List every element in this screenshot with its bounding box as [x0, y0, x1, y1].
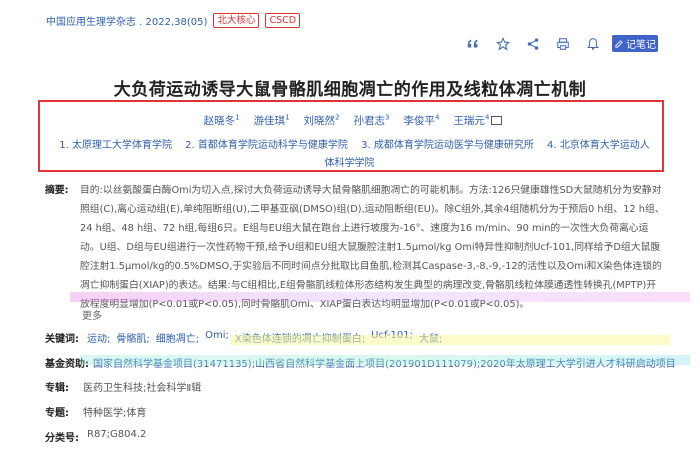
quote-icon[interactable]: [462, 35, 484, 53]
album-value: 医药卫生科技;社会科学Ⅱ辑: [83, 383, 202, 394]
classification-row: 分类号: R87;G804.2: [45, 429, 146, 444]
author-list: 赵晓冬1 游佳琪1 刘晓然2 孙君志3 李俊平4 王瑞元4: [40, 113, 666, 128]
album-row: 专辑: 医药卫生科技;社会科学Ⅱ辑: [45, 379, 201, 394]
mail-icon[interactable]: [491, 116, 503, 125]
tag-cscd[interactable]: CSCD: [265, 12, 301, 28]
print-icon[interactable]: [552, 35, 574, 53]
keyword-link[interactable]: 骨骼肌;: [116, 330, 149, 345]
topic-label: 专题:: [45, 408, 69, 419]
take-note-label: 记笔记: [626, 40, 656, 51]
overlay-band: [230, 335, 670, 345]
author-link[interactable]: 刘晓然2: [304, 113, 340, 128]
overlay-band: [80, 355, 690, 365]
topic-row: 专题: 特种医学;体育: [45, 404, 146, 419]
author-link[interactable]: 王瑞元4: [453, 113, 503, 128]
star-icon[interactable]: [492, 35, 514, 53]
author-affiliation-box: 赵晓冬1 游佳琪1 刘晓然2 孙君志3 李俊平4 王瑞元4 1. 太原理工大学体…: [38, 100, 664, 172]
share-icon[interactable]: [522, 35, 544, 53]
abstract-label: 摘要:: [45, 185, 69, 196]
classification-value: R87;G804.2: [87, 429, 147, 440]
tag-pku-core[interactable]: 北大核心: [213, 12, 260, 28]
journal-header: 中国应用生理学杂志 . 2022,38(05) 北大核心 CSCD: [46, 12, 301, 28]
topic-value: 特种医学;体育: [83, 408, 147, 419]
journal-link[interactable]: 中国应用生理学杂志 . 2022,38(05): [46, 13, 207, 28]
author-link[interactable]: 赵晓冬1: [204, 113, 240, 128]
keyword-link[interactable]: Omi;: [205, 330, 229, 345]
article-title: 大负荷运动诱导大鼠骨骼肌细胞凋亡的作用及线粒体凋亡机制: [113, 80, 587, 100]
take-note-button[interactable]: 记笔记: [612, 35, 658, 52]
author-link[interactable]: 孙君志3: [354, 113, 390, 128]
affiliation-link[interactable]: 1. 太原理工大学体育学院: [59, 140, 172, 151]
bell-icon[interactable]: [582, 35, 604, 53]
keyword-link[interactable]: 运动;: [87, 330, 110, 345]
keyword-link[interactable]: 细胞凋亡;: [156, 330, 199, 345]
author-link[interactable]: 游佳琪1: [254, 113, 290, 128]
overlay-band: [70, 292, 690, 302]
action-toolbar: [462, 35, 612, 53]
affiliation-link[interactable]: 3. 成都体育学院运动医学与健康研究所: [361, 140, 534, 151]
keywords-label: 关键词:: [45, 334, 79, 345]
edit-icon: [615, 39, 623, 48]
author-link[interactable]: 李俊平4: [403, 113, 439, 128]
affiliation-list: 1. 太原理工大学体育学院 2. 首都体育学院运动科学与健康学院 3. 成都体育…: [54, 137, 650, 173]
album-label: 专辑:: [45, 383, 69, 394]
classification-label: 分类号:: [45, 433, 79, 444]
more-link[interactable]: 更多: [82, 307, 102, 322]
affiliation-link[interactable]: 2. 首都体育学院运动科学与健康学院: [185, 140, 348, 151]
